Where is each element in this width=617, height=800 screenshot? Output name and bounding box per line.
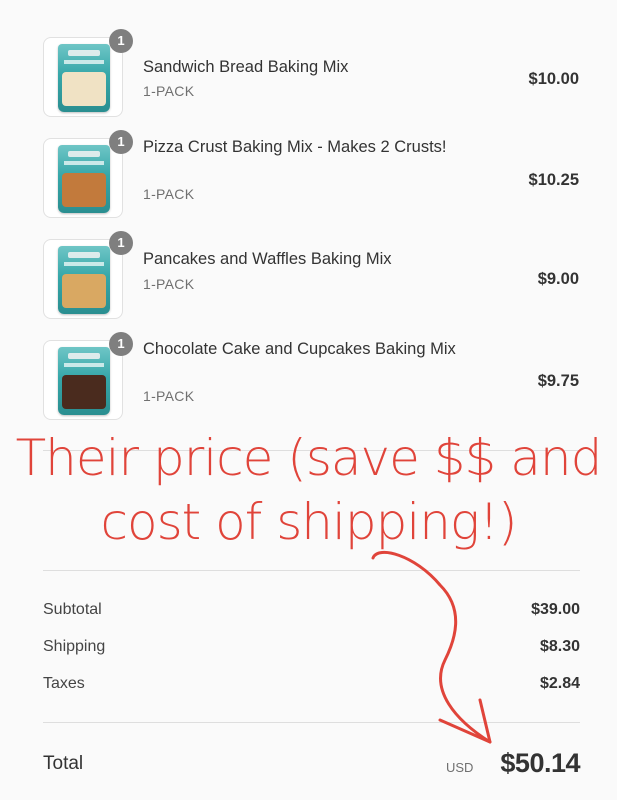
arrow-annotation: [371, 550, 492, 744]
